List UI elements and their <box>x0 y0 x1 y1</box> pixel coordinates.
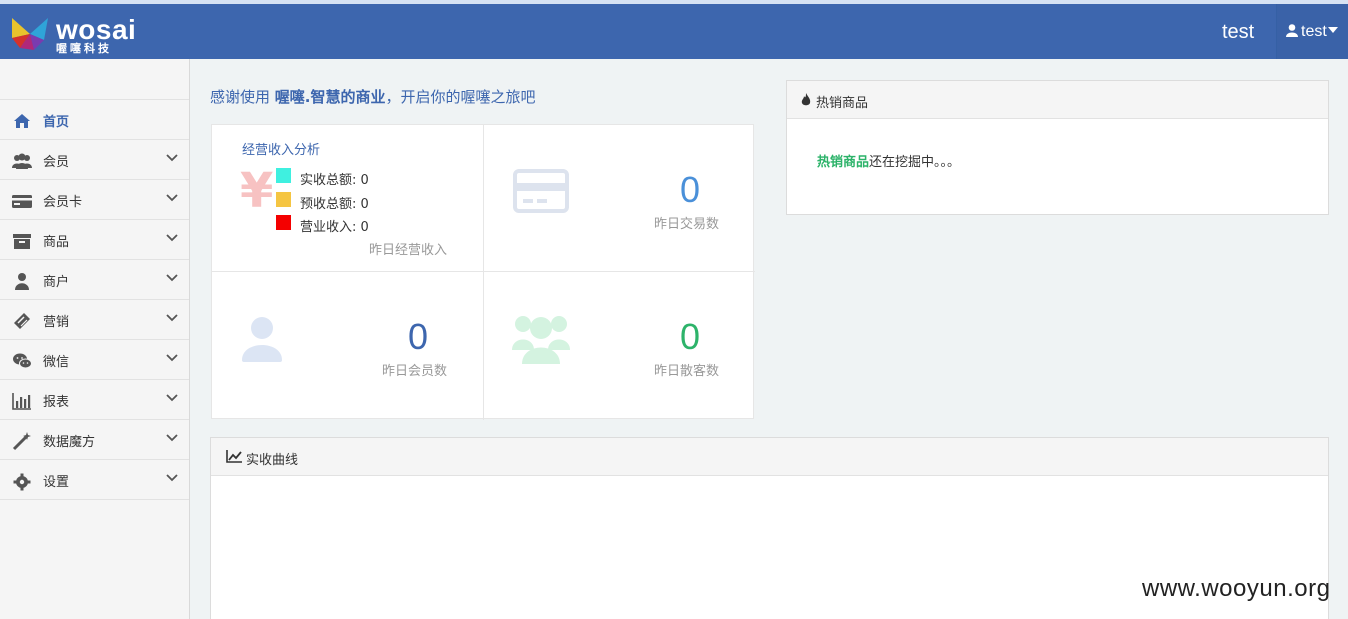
user-menu-dropdown[interactable]: test <box>1277 4 1348 59</box>
legend-swatch <box>276 215 291 230</box>
magic-wand-icon <box>12 432 31 451</box>
chevron-down-icon <box>166 394 178 402</box>
chevron-down-icon <box>166 354 178 362</box>
archive-icon <box>13 234 31 249</box>
sidebar-item-label: 报表 <box>43 395 70 410</box>
sidebar-menu: 首页 会员 会员卡 商品 商户 营销 微信 报表 数据魔方 设置 <box>0 99 189 500</box>
credit-card-icon <box>12 195 32 208</box>
chevron-down-icon <box>166 154 178 162</box>
sidebar-item-marketing[interactable]: 营销 <box>0 300 189 340</box>
chevron-down-icon <box>166 434 178 442</box>
gear-icon <box>13 473 31 491</box>
watermark: www.wooyun.org <box>1142 575 1331 602</box>
legend-swatch <box>276 168 291 183</box>
hot-products-header: 热销商品 <box>787 81 1328 119</box>
chevron-down-icon <box>1327 27 1338 33</box>
sidebar: 首页 会员 会员卡 商品 商户 营销 微信 报表 数据魔方 设置 <box>0 59 190 619</box>
legend-label: 实收总额: 0 <box>300 173 369 188</box>
sidebar-item-label: 会员卡 <box>43 195 83 210</box>
user-icon <box>242 317 282 362</box>
hot-products-message: 热销商品还在挖掘中。。。 <box>817 151 960 170</box>
user-menu-label: test <box>1301 23 1327 40</box>
hot-products-highlight: 热销商品 <box>817 155 870 170</box>
chevron-down-icon <box>166 274 178 282</box>
revenue-curve-header: 实收曲线 <box>211 438 1328 476</box>
sidebar-item-label: 商户 <box>43 275 70 290</box>
walkins-caption: 昨日散客数 <box>654 364 720 379</box>
fire-icon <box>801 93 811 106</box>
sidebar-item-reports[interactable]: 报表 <box>0 380 189 420</box>
income-caption: 昨日经营收入 <box>369 243 448 258</box>
top-username: test <box>1222 21 1255 43</box>
stats-panel: 经营收入分析 ¥ 实收总额: 0 预收总额: 0 营业收入: 0 昨日经营收入 … <box>211 124 755 420</box>
hot-products-status: 还在挖掘中。。。 <box>869 155 961 170</box>
members-card: 0 昨日会员数 <box>212 272 483 420</box>
chevron-down-icon <box>166 314 178 322</box>
sidebar-item-label: 首页 <box>43 115 70 130</box>
welcome-message: 感谢使用 喔噻.智慧的商业，开启你的喔噻之旅吧 <box>210 86 536 107</box>
welcome-brand: 喔噻.智慧的商业 <box>274 88 386 106</box>
sidebar-item-label: 会员 <box>43 155 70 170</box>
walkins-value: 0 <box>680 316 701 357</box>
chevron-down-icon <box>166 474 178 482</box>
sidebar-item-label: 营销 <box>43 315 70 330</box>
sidebar-item-products[interactable]: 商品 <box>0 220 189 260</box>
members-value: 0 <box>408 316 429 357</box>
sidebar-item-label: 微信 <box>43 355 70 370</box>
sidebar-item-settings[interactable]: 设置 <box>0 460 189 500</box>
ticket-icon <box>14 313 30 329</box>
sidebar-item-label: 设置 <box>43 475 70 490</box>
welcome-prefix: 感谢使用 <box>210 88 275 106</box>
sidebar-item-member-card[interactable]: 会员卡 <box>0 180 189 220</box>
logo-subtitle: 喔噻科技 <box>56 42 112 55</box>
members-caption: 昨日会员数 <box>382 364 448 379</box>
wosai-logo[interactable]: wosai 喔噻科技 <box>10 14 150 56</box>
revenue-curve-title: 实收曲线 <box>246 453 299 468</box>
user-icon <box>15 273 29 290</box>
legend-label: 营业收入: 0 <box>300 220 369 235</box>
chevron-down-icon <box>166 194 178 202</box>
users-icon <box>512 316 570 364</box>
sidebar-item-home[interactable]: 首页 <box>0 100 189 140</box>
sidebar-item-members[interactable]: 会员 <box>0 140 189 180</box>
logo-mark-icon <box>12 18 48 50</box>
sidebar-item-data-cube[interactable]: 数据魔方 <box>0 420 189 460</box>
transactions-caption: 昨日交易数 <box>654 217 720 232</box>
yen-icon: ¥ <box>240 163 274 219</box>
user-icon <box>1286 24 1298 37</box>
sidebar-item-wechat[interactable]: 微信 <box>0 340 189 380</box>
home-icon <box>14 114 30 128</box>
transactions-card: 0 昨日交易数 <box>484 125 755 271</box>
legend-label: 预收总额: 0 <box>300 197 369 212</box>
sidebar-item-merchants[interactable]: 商户 <box>0 260 189 300</box>
sidebar-item-label: 商品 <box>43 235 70 250</box>
welcome-suffix: ，开启你的喔噻之旅吧 <box>385 88 536 106</box>
bar-chart-icon <box>12 393 31 410</box>
hot-products-title: 热销商品 <box>816 96 869 111</box>
sidebar-item-label: 数据魔方 <box>43 435 96 450</box>
hot-products-panel: 热销商品 热销商品还在挖掘中。。。 <box>786 80 1329 215</box>
line-chart-icon <box>226 450 242 463</box>
transactions-value: 0 <box>680 169 701 210</box>
legend-swatch <box>276 192 291 207</box>
income-analysis-card: 经营收入分析 ¥ 实收总额: 0 预收总额: 0 营业收入: 0 昨日经营收入 <box>212 125 483 271</box>
income-analysis-title[interactable]: 经营收入分析 <box>242 139 320 158</box>
top-navbar: wosai 喔噻科技 test test <box>0 0 1348 59</box>
chevron-down-icon <box>166 234 178 242</box>
wechat-icon <box>13 353 32 369</box>
credit-card-icon <box>513 169 569 213</box>
users-icon <box>12 153 32 169</box>
walkins-card: 0 昨日散客数 <box>484 272 755 420</box>
